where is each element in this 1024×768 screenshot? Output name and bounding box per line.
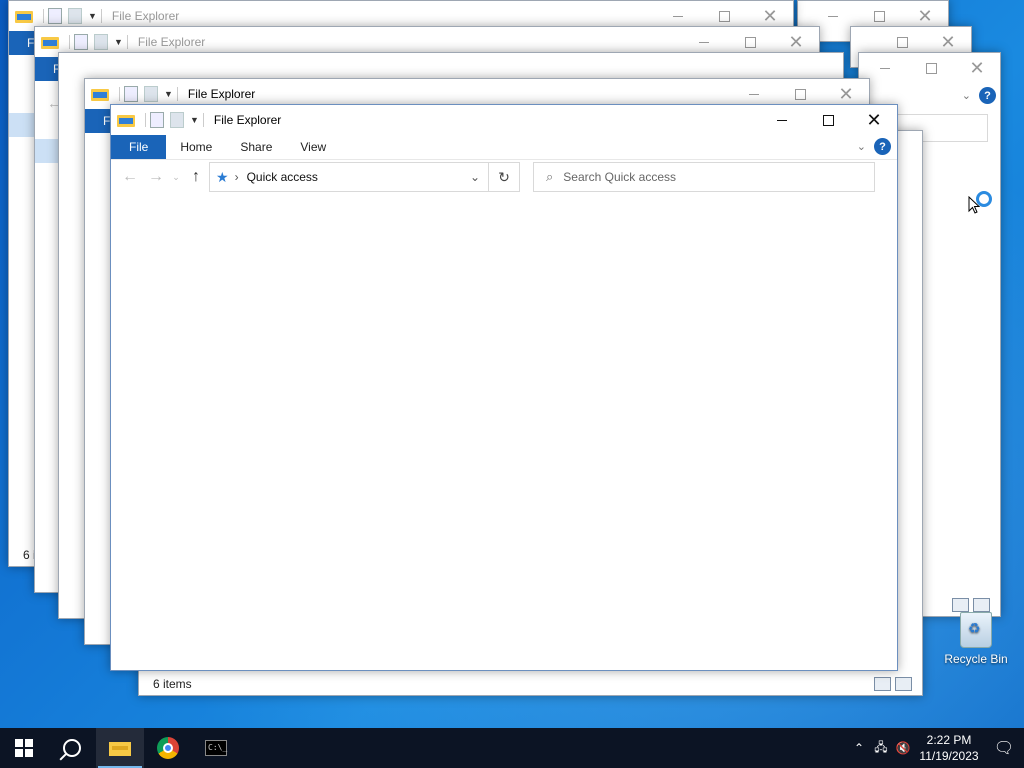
new-folder-icon[interactable]	[94, 34, 108, 50]
breadcrumb-separator-icon[interactable]: ›	[235, 170, 239, 184]
search-icon	[63, 739, 81, 757]
maximize-button[interactable]	[908, 53, 954, 83]
close-button[interactable]: ✕	[851, 105, 897, 135]
windows-logo-icon	[15, 739, 33, 757]
window-title: File Explorer	[213, 113, 282, 127]
view-switcher	[874, 677, 912, 691]
item-count: 6 items	[153, 677, 192, 691]
file-explorer-icon	[109, 740, 131, 756]
search-icon: ⌕	[546, 169, 554, 184]
address-bar[interactable]: ★ › Quick access ⌄	[209, 162, 489, 192]
busy-indicator-icon	[976, 191, 992, 207]
address-row: ← → ⌄ ↑ ★ › Quick access ⌄ ↻ ⌕ Search Qu…	[111, 159, 897, 194]
new-folder-icon[interactable]	[68, 8, 82, 24]
close-button[interactable]: ✕	[954, 53, 1000, 83]
chrome-icon	[157, 737, 179, 759]
command-prompt-icon: C:\_	[205, 740, 227, 756]
minimize-button[interactable]	[759, 105, 805, 135]
recycle-bin-shortcut[interactable]: Recycle Bin	[940, 612, 1012, 666]
clock-time: 2:22 PM	[926, 733, 972, 747]
chevron-down-icon[interactable]: ⌄	[857, 140, 866, 153]
star-icon: ★	[216, 168, 229, 185]
refresh-button[interactable]: ↻	[489, 162, 520, 192]
properties-icon[interactable]	[74, 34, 88, 50]
ribbon: File Home Share View ⌄ ?	[111, 135, 897, 159]
large-icons-view-icon[interactable]	[973, 598, 990, 612]
help-icon[interactable]: ?	[874, 138, 891, 155]
chevron-up-icon[interactable]: ⌃	[848, 741, 870, 755]
taskbar-file-explorer[interactable]	[96, 728, 144, 768]
tab-share[interactable]: Share	[226, 135, 286, 159]
tab-file[interactable]: File	[111, 135, 167, 159]
title-bar[interactable]: ▼ File Explorer ✕	[111, 105, 897, 135]
status-bar: 6 items	[139, 673, 922, 695]
customize-toolbar-icon[interactable]: ▼	[88, 11, 97, 21]
explorer-window-front[interactable]: ▼ File Explorer ✕ File Home Share View ⌄…	[110, 104, 898, 671]
folder-icon	[117, 113, 135, 127]
new-folder-icon[interactable]	[170, 112, 184, 128]
address-dropdown-icon[interactable]: ⌄	[470, 170, 480, 184]
properties-icon[interactable]	[48, 8, 62, 24]
search-button[interactable]	[48, 728, 96, 768]
forward-arrow-icon[interactable]: →	[143, 168, 169, 186]
customize-toolbar-icon[interactable]: ▼	[164, 89, 173, 99]
volume-muted-icon[interactable]: 🔇	[892, 741, 914, 755]
window-title: File Explorer	[187, 87, 256, 101]
network-icon[interactable]: 🖧	[870, 738, 892, 759]
tab-home[interactable]: Home	[166, 135, 226, 159]
address-path[interactable]: Quick access	[247, 170, 318, 184]
notification-icon[interactable]: 🗨	[984, 728, 1024, 768]
customize-toolbar-icon[interactable]: ▼	[114, 37, 123, 47]
folder-icon	[41, 35, 59, 49]
view-switcher	[952, 598, 990, 612]
customize-toolbar-icon[interactable]: ▼	[190, 115, 199, 125]
maximize-button[interactable]	[805, 105, 851, 135]
tab-view[interactable]: View	[286, 135, 340, 159]
chevron-down-icon[interactable]: ⌄	[962, 89, 971, 102]
clock[interactable]: 2:22 PM 11/19/2023	[914, 732, 984, 764]
window-title: File Explorer	[111, 9, 180, 23]
help-icon[interactable]: ?	[979, 87, 996, 104]
taskbar: C:\_ ⌃ 🖧 🔇 2:22 PM 11/19/2023 🗨	[0, 728, 1024, 768]
properties-icon[interactable]	[150, 112, 164, 128]
system-tray: ⌃ 🖧 🔇 2:22 PM 11/19/2023 🗨	[848, 728, 1024, 768]
details-view-icon[interactable]	[952, 598, 969, 612]
recent-locations-icon[interactable]: ⌄	[169, 172, 183, 183]
folder-icon	[15, 9, 33, 23]
up-arrow-icon[interactable]: ↑	[183, 168, 209, 186]
details-view-icon[interactable]	[874, 677, 891, 691]
recycle-bin-label: Recycle Bin	[944, 652, 1008, 666]
taskbar-command-prompt[interactable]: C:\_	[192, 728, 240, 768]
search-input[interactable]: ⌕ Search Quick access	[533, 162, 875, 192]
content-area[interactable]	[111, 196, 897, 670]
new-folder-icon[interactable]	[144, 86, 158, 102]
taskbar-chrome[interactable]	[144, 728, 192, 768]
properties-icon[interactable]	[124, 86, 138, 102]
search-placeholder: Search Quick access	[563, 170, 676, 184]
large-icons-view-icon[interactable]	[895, 677, 912, 691]
recycle-bin-icon	[960, 612, 992, 648]
window-title: File Explorer	[137, 35, 206, 49]
folder-icon	[91, 87, 109, 101]
clock-date: 11/19/2023	[919, 749, 979, 763]
start-button[interactable]	[0, 728, 48, 768]
back-arrow-icon[interactable]: ←	[117, 168, 143, 186]
